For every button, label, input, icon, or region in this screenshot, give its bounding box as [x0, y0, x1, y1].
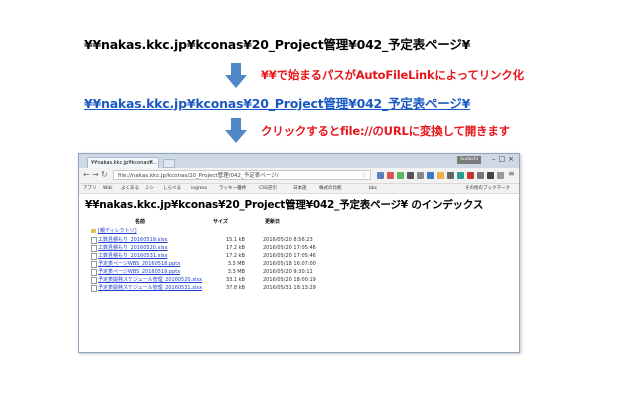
bookmarks-bar: アプリ Wiki よくある ミシ しらべる ingress ラッキー優待 CSS… — [79, 184, 519, 194]
file-icon — [91, 261, 97, 268]
parent-directory-link[interactable]: [親ディレクトリ] — [91, 227, 137, 234]
file-size: 15.1 kB — [225, 237, 245, 243]
bookmark-item[interactable]: bbc — [369, 184, 377, 193]
star-icon[interactable]: ☆ — [361, 171, 367, 179]
file-icon — [91, 253, 97, 260]
file-size: 33.1 kB — [225, 277, 245, 283]
extension-icon[interactable] — [427, 172, 434, 179]
file-link[interactable]: 工数見積もり_20160520.xlsx — [98, 244, 167, 252]
file-link[interactable]: 工数見積もり_20160531.xlsx — [98, 252, 167, 260]
down-arrow-icon — [225, 63, 247, 89]
file-date: 2016/05/20 9:30:11 — [263, 269, 313, 275]
file-date: 2016/05/20 17:05:46 — [263, 253, 316, 259]
bookmark-item[interactable]: ラッキー優待 — [219, 184, 246, 193]
address-bar[interactable]: file://nakas.kkc.jp/kconas/20_Project管理/… — [113, 170, 371, 180]
parent-directory-label: [親ディレクトリ] — [98, 228, 137, 234]
file-row: 予定表開発スケジュール管理_20160520.xlsx 33.1 kB 2016/0… — [91, 276, 331, 284]
column-size-header[interactable]: サイズ — [213, 218, 228, 225]
note-linkify: ¥¥で始まるパスがAutoFileLinkによってリンク化 — [261, 68, 524, 82]
extension-icon[interactable] — [457, 172, 464, 179]
unc-path-plain: ¥¥nakas.kkc.jp¥kconas¥20_Project管理¥042_予… — [84, 37, 471, 52]
bookmark-item[interactable]: CSS逆引 — [259, 184, 277, 193]
file-link[interactable]: 予定表ページWBS_20160519.pptx — [98, 268, 180, 276]
file-link[interactable]: 予定表開発スケジュール管理_20160531.xlsx — [98, 284, 202, 292]
extension-icon[interactable] — [447, 172, 454, 179]
column-name-header[interactable]: 名前 — [135, 218, 145, 225]
title-bar: ¥¥nakas.kkc.jp¥kconas¥... × Sudachi –□× — [79, 154, 519, 168]
browser-window: ¥¥nakas.kkc.jp¥kconas¥... × Sudachi –□× … — [78, 153, 520, 353]
extension-icon[interactable] — [397, 172, 404, 179]
file-icon — [91, 269, 97, 276]
file-size: 17.2 kB — [225, 253, 245, 259]
extension-icon[interactable] — [477, 172, 484, 179]
menu-icon[interactable]: ≡ — [508, 169, 515, 178]
file-date: 2016/05/20 8:56:23 — [263, 237, 313, 243]
file-icon — [91, 245, 97, 252]
bookmark-item[interactable]: アプリ — [83, 184, 97, 193]
file-size: 37.8 kB — [225, 285, 245, 291]
index-title: ¥¥nakas.kkc.jp¥kconas¥20_Project管理¥042_予… — [85, 199, 484, 211]
tab-title: ¥¥nakas.kkc.jp¥kconas¥... — [91, 160, 158, 166]
unc-path-link[interactable]: ¥¥nakas.kkc.jp¥kconas¥20_Project管理¥042_予… — [84, 93, 470, 112]
file-row: 予定表ページWBS_20160518.pptx 3.3 MB 2016/05/18 … — [91, 260, 331, 268]
file-date: 2016/05/20 17:05:46 — [263, 245, 316, 251]
reload-icon[interactable]: ↻ — [101, 170, 108, 179]
bookmark-item[interactable]: 株式の比較 — [319, 184, 342, 193]
file-link[interactable]: 予定表ページWBS_20160518.pptx — [98, 260, 180, 268]
tab-close-icon[interactable]: × — [149, 159, 154, 166]
extension-icon[interactable] — [387, 172, 394, 179]
extension-icon[interactable] — [487, 172, 494, 179]
note-open-file-url: クリックするとfile://のURLに変換して開きます — [261, 124, 510, 138]
new-tab-button[interactable] — [163, 159, 175, 168]
file-row: 予定表ページWBS_20160519.pptx 3.3 MB 2016/05/20 … — [91, 268, 331, 276]
extension-icon[interactable] — [407, 172, 414, 179]
bookmark-item[interactable]: 日本語 — [293, 184, 307, 193]
down-arrow-icon — [225, 118, 247, 144]
file-date: 2016/05/18 16:07:00 — [263, 261, 316, 267]
file-link[interactable]: 工数見積もり_20160519.xlsx — [98, 236, 167, 244]
window-controls[interactable]: –□× — [492, 155, 517, 163]
toolbar: ← → ↻ file://nakas.kkc.jp/kconas/20_Proj… — [79, 168, 519, 184]
bookmark-item[interactable]: ingress — [191, 184, 207, 193]
file-icon — [91, 277, 97, 284]
file-icon — [91, 285, 97, 292]
extension-icon[interactable] — [497, 172, 504, 179]
extension-icon[interactable] — [467, 172, 474, 179]
file-size: 3.3 MB — [227, 269, 245, 275]
bookmark-item[interactable]: ミシ — [145, 184, 154, 193]
file-icon — [91, 237, 97, 244]
file-row: 工数見積もり_20160519.xlsx 15.1 kB 2016/05/20 8:… — [91, 236, 331, 244]
bookmark-item[interactable]: しらべる — [163, 184, 181, 193]
file-size: 17.2 kB — [225, 245, 245, 251]
file-row: 工数見積もり_20160531.xlsx 17.2 kB 2016/05/20 17… — [91, 252, 331, 260]
folder-icon — [91, 228, 96, 233]
extension-icon[interactable] — [377, 172, 384, 179]
bookmark-item[interactable]: その他のブックマーク — [465, 184, 510, 193]
extension-icon[interactable] — [417, 172, 424, 179]
file-date: 2016/05/31 18:13:29 — [263, 285, 316, 291]
bookmark-item[interactable]: よくある — [121, 184, 139, 193]
directory-index-page: ¥¥nakas.kkc.jp¥kconas¥20_Project管理¥042_予… — [79, 194, 519, 352]
column-date-header[interactable]: 更新日 — [265, 218, 280, 225]
file-link[interactable]: 予定表開発スケジュール管理_20160520.xlsx — [98, 276, 202, 284]
bookmark-item[interactable]: Wiki — [103, 184, 112, 193]
back-icon[interactable]: ← — [83, 170, 90, 179]
file-size: 3.3 MB — [227, 261, 245, 267]
file-row: 工数見積もり_20160520.xlsx 17.2 kB 2016/05/20 17… — [91, 244, 331, 252]
file-date: 2016/05/20 18:00:19 — [263, 277, 316, 283]
file-row: 予定表開発スケジュール管理_20160531.xlsx 37.8 kB 2016/0… — [91, 284, 331, 292]
user-badge[interactable]: Sudachi — [457, 156, 481, 164]
forward-icon[interactable]: → — [92, 170, 99, 179]
extension-icon[interactable] — [437, 172, 444, 179]
